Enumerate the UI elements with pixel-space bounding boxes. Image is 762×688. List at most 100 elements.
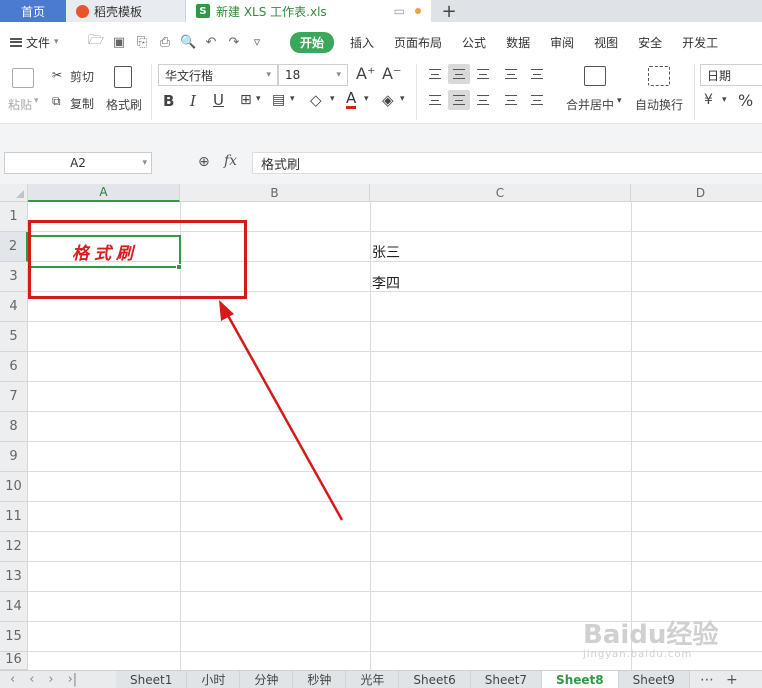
- align-center-icon[interactable]: [448, 90, 470, 110]
- menu-start[interactable]: 开始: [290, 31, 335, 53]
- tab-home[interactable]: 首页: [0, 0, 66, 22]
- currency-icon[interactable]: ¥: [704, 92, 713, 108]
- column-header-d[interactable]: D: [631, 184, 762, 202]
- sheet-tab[interactable]: Sheet7: [470, 671, 543, 688]
- file-menu[interactable]: 文件 ▾: [0, 34, 82, 51]
- align-bottom-icon[interactable]: [472, 64, 494, 84]
- row-header-8[interactable]: 8: [0, 412, 28, 442]
- increase-font-icon[interactable]: A⁺: [356, 64, 375, 83]
- open-folder-icon[interactable]: 🗁: [88, 31, 104, 53]
- row-header-5[interactable]: 5: [0, 322, 28, 352]
- menu-insert[interactable]: 插入: [340, 34, 384, 51]
- next-sheet-icon[interactable]: ›: [48, 672, 53, 687]
- column-header-b[interactable]: B: [180, 184, 370, 202]
- align-top-icon[interactable]: [424, 64, 446, 84]
- percent-button[interactable]: %: [738, 91, 753, 110]
- paste-icon[interactable]: [12, 68, 34, 88]
- select-all-corner[interactable]: [0, 184, 28, 202]
- prev-sheet-icon[interactable]: ‹: [29, 672, 34, 687]
- align-left-icon[interactable]: [424, 90, 446, 110]
- justify-icon[interactable]: [500, 90, 522, 110]
- row-header-14[interactable]: 14: [0, 592, 28, 622]
- last-sheet-icon[interactable]: ›|: [68, 672, 78, 687]
- increase-indent-icon[interactable]: [526, 64, 548, 84]
- save-icon[interactable]: ▣: [111, 35, 127, 50]
- menu-page-layout[interactable]: 页面布局: [384, 34, 452, 51]
- tab-document[interactable]: S 新建 XLS 工作表.xls ▭: [186, 0, 431, 22]
- align-right-icon[interactable]: [472, 90, 494, 110]
- row-header-10[interactable]: 10: [0, 472, 28, 502]
- row-header-13[interactable]: 13: [0, 562, 28, 592]
- row-header-11[interactable]: 11: [0, 502, 28, 532]
- cell-a2[interactable]: 格式刷: [29, 235, 181, 268]
- font-color-button[interactable]: A: [346, 91, 357, 109]
- row-header-1[interactable]: 1: [0, 202, 28, 232]
- fill-handle[interactable]: [176, 264, 182, 270]
- fill-color-icon[interactable]: ◇: [310, 91, 322, 109]
- row-header-15[interactable]: 15: [0, 622, 28, 652]
- column-header-c[interactable]: C: [370, 184, 631, 202]
- align-middle-icon[interactable]: [448, 64, 470, 84]
- eraser-icon[interactable]: ◈: [382, 91, 394, 109]
- name-box[interactable]: A2 ▾: [4, 152, 152, 174]
- monitor-icon[interactable]: ▭: [394, 4, 405, 18]
- tab-daoke-templates[interactable]: 稻壳模板: [66, 0, 186, 22]
- sheet-tab[interactable]: Sheet1: [116, 671, 188, 688]
- font-size-select[interactable]: 18 ▾: [278, 64, 348, 86]
- cell-c3[interactable]: 李四: [372, 273, 400, 293]
- italic-button[interactable]: I: [190, 92, 196, 110]
- font-name-select[interactable]: 华文行楷 ▾: [158, 64, 278, 86]
- wrap-text-icon[interactable]: [648, 66, 670, 86]
- redo-icon[interactable]: ↷: [226, 35, 242, 50]
- sheet-tab[interactable]: 秒钟: [293, 671, 347, 688]
- menu-formulas[interactable]: 公式: [452, 34, 496, 51]
- number-format-select[interactable]: 日期: [700, 64, 762, 86]
- spreadsheet-grid[interactable]: A B C D 1 2 3 4 5 6 7 8 9 10 11 12 13 14…: [0, 184, 762, 670]
- row-header-4[interactable]: 4: [0, 292, 28, 322]
- sheet-tab[interactable]: 光年: [346, 671, 400, 688]
- zoom-icon[interactable]: ⊕: [198, 154, 210, 170]
- row-header-16[interactable]: 16: [0, 652, 28, 670]
- bold-button[interactable]: B: [163, 92, 174, 110]
- print-preview-icon[interactable]: 🔍: [180, 35, 196, 50]
- menu-developer[interactable]: 开发工: [672, 34, 728, 51]
- new-tab-button[interactable]: +: [431, 0, 467, 22]
- wrap-text-button[interactable]: 自动换行: [635, 96, 683, 113]
- row-header-9[interactable]: 9: [0, 442, 28, 472]
- sheet-tab[interactable]: 分钟: [240, 671, 294, 688]
- row-header-6[interactable]: 6: [0, 352, 28, 382]
- more-sheets-icon[interactable]: ⋯: [700, 672, 714, 688]
- cell-c2[interactable]: 张三: [372, 242, 400, 262]
- cut-button[interactable]: 剪切: [70, 68, 94, 85]
- borders-icon[interactable]: ⊞: [240, 92, 252, 108]
- export-icon[interactable]: ⎘: [134, 35, 150, 50]
- customize-icon[interactable]: ▿: [249, 35, 265, 50]
- row-header-3[interactable]: 3: [0, 262, 28, 292]
- merge-center-icon[interactable]: [584, 66, 606, 86]
- sheet-tab-active[interactable]: Sheet8: [542, 671, 619, 688]
- row-header-12[interactable]: 12: [0, 532, 28, 562]
- insert-function-button[interactable]: fx: [224, 153, 237, 169]
- formula-input[interactable]: 格式刷: [252, 152, 762, 174]
- decrease-font-icon[interactable]: A⁻: [382, 64, 401, 83]
- menu-view[interactable]: 视图: [584, 34, 628, 51]
- underline-button[interactable]: U: [213, 91, 224, 109]
- menu-data[interactable]: 数据: [496, 34, 540, 51]
- format-painter-icon[interactable]: [114, 66, 132, 88]
- copy-button[interactable]: 复制: [70, 95, 94, 112]
- merge-center-button[interactable]: 合并居中: [566, 96, 614, 113]
- sheet-tab[interactable]: Sheet6: [399, 671, 471, 688]
- first-sheet-icon[interactable]: ‹: [10, 672, 15, 687]
- undo-icon[interactable]: ↶: [203, 35, 219, 50]
- sheet-tab[interactable]: 小时: [187, 671, 241, 688]
- row-header-2[interactable]: 2: [0, 232, 28, 262]
- format-painter-button[interactable]: 格式刷: [106, 96, 142, 113]
- print-icon[interactable]: ⎙: [157, 35, 173, 50]
- sheet-tab[interactable]: Sheet9: [618, 671, 690, 688]
- paste-button[interactable]: 粘贴: [8, 96, 32, 113]
- menu-security[interactable]: 安全: [628, 34, 672, 51]
- row-header-7[interactable]: 7: [0, 382, 28, 412]
- add-sheet-icon[interactable]: +: [726, 672, 738, 688]
- menu-review[interactable]: 审阅: [540, 34, 584, 51]
- column-header-a[interactable]: A: [28, 184, 180, 202]
